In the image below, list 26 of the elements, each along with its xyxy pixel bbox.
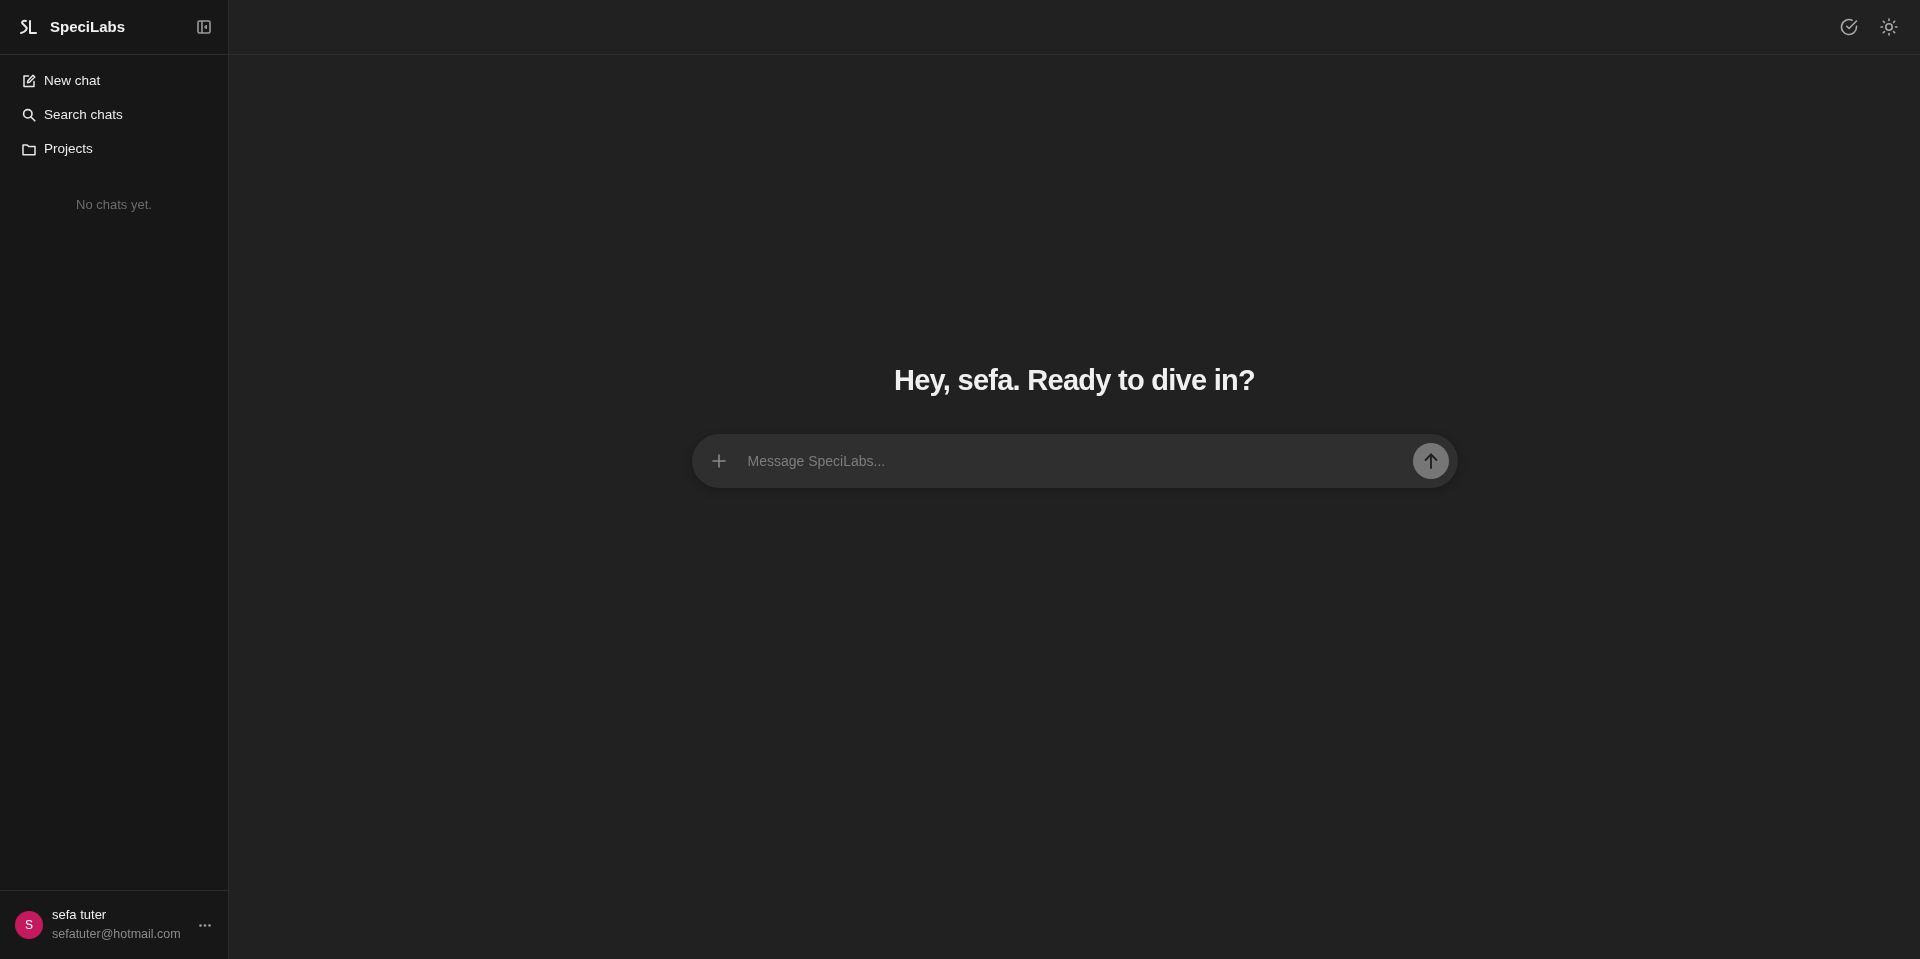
empty-chats-message: No chats yet. bbox=[76, 196, 152, 214]
folder-icon bbox=[22, 142, 36, 156]
message-composer[interactable]: Message SpeciLabs... bbox=[691, 434, 1458, 488]
user-name: sefa tuter bbox=[52, 907, 108, 924]
send-button[interactable] bbox=[1412, 443, 1449, 479]
sidebar-item[interactable]: Projects bbox=[8, 132, 220, 166]
sidebar-toggle-button[interactable] bbox=[196, 19, 212, 35]
more-icon bbox=[199, 923, 211, 927]
check-circle-button[interactable] bbox=[1839, 17, 1859, 37]
add-button[interactable] bbox=[710, 453, 727, 469]
theme-toggle-button[interactable] bbox=[1879, 17, 1899, 37]
message-input[interactable]: Message SpeciLabs... bbox=[747, 449, 1405, 473]
panel-icon bbox=[197, 20, 211, 34]
brand-name: SpeciLabs bbox=[50, 16, 126, 37]
check-circle-icon bbox=[1840, 18, 1858, 36]
sun-icon bbox=[1880, 18, 1898, 36]
plus-icon bbox=[711, 454, 726, 468]
sidebar-item[interactable]: New chat bbox=[8, 64, 220, 98]
arrow-up-icon bbox=[1423, 453, 1438, 469]
greeting-heading: Hey, sefa. Ready to dive in? bbox=[893, 363, 1256, 398]
logo-icon bbox=[19, 19, 37, 35]
pencil-square-icon bbox=[22, 74, 36, 88]
sidebar-item[interactable]: Search chats bbox=[8, 98, 220, 132]
user-avatar: S bbox=[15, 911, 43, 939]
user-email: sefatuter@hotmail.com bbox=[52, 927, 181, 943]
search-icon bbox=[22, 108, 36, 122]
